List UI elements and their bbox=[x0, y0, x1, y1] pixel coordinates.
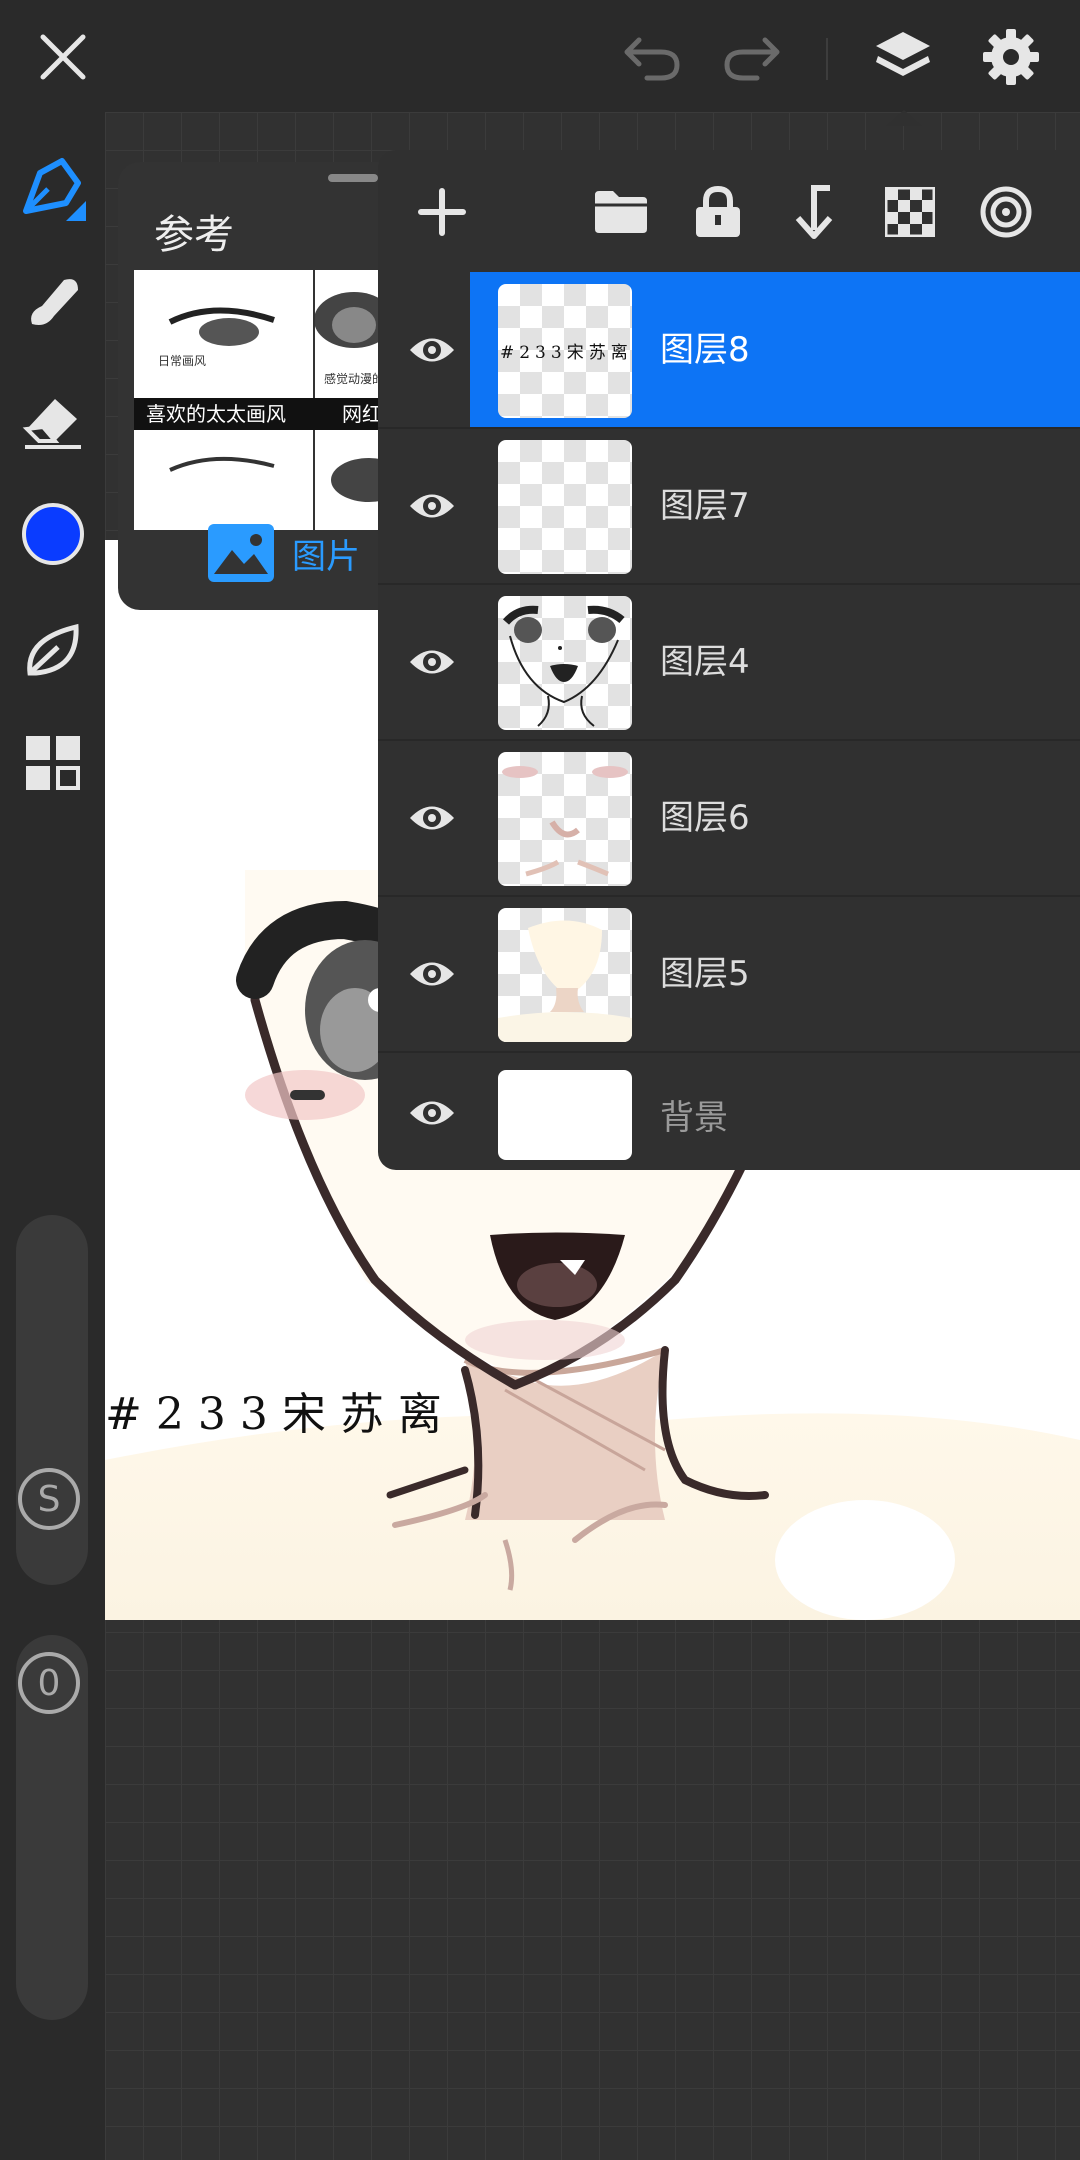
reference-title: 参考 bbox=[154, 212, 234, 258]
layer-name: 图层4 bbox=[660, 642, 750, 682]
eye-icon[interactable] bbox=[396, 629, 468, 695]
reference-caption: 感觉动漫的 bbox=[324, 372, 385, 386]
leaf-icon[interactable] bbox=[15, 612, 90, 687]
layer-row[interactable]: 图层5 bbox=[378, 896, 1080, 1053]
smudge-icon[interactable] bbox=[15, 265, 90, 340]
topbar-divider bbox=[826, 38, 828, 80]
brush-size-knob[interactable]: S bbox=[18, 1468, 80, 1530]
eye-icon[interactable] bbox=[396, 941, 468, 1007]
layer-name: 图层5 bbox=[660, 954, 750, 994]
close-icon[interactable] bbox=[28, 22, 98, 92]
blend-icon[interactable] bbox=[974, 180, 1038, 244]
layer-thumbnail bbox=[498, 752, 632, 886]
merge-down-icon[interactable] bbox=[782, 180, 846, 244]
top-bar bbox=[0, 0, 1080, 126]
layers-panel[interactable]: #233宋苏离 图层8 图层7 图层4 图层6 图层5 背景 bbox=[378, 150, 1080, 1170]
layer-thumbnail: #233宋苏离 bbox=[498, 284, 632, 418]
size-knob-label: S bbox=[37, 1478, 61, 1520]
layer-thumbnail bbox=[498, 596, 632, 730]
layer-thumbnail bbox=[498, 1070, 632, 1160]
lock-icon[interactable] bbox=[686, 180, 750, 244]
current-color-swatch[interactable] bbox=[21, 502, 84, 565]
layer-row[interactable]: 图层4 bbox=[378, 584, 1080, 741]
color-picker[interactable] bbox=[15, 496, 90, 571]
layer-row[interactable]: 图层7 bbox=[378, 428, 1080, 585]
transparency-icon[interactable] bbox=[878, 180, 942, 244]
opacity-knob-label: 0 bbox=[37, 1662, 61, 1704]
redo-icon[interactable] bbox=[716, 22, 786, 92]
layer-row[interactable]: #233宋苏离 图层8 bbox=[378, 272, 1080, 429]
settings-icon[interactable] bbox=[976, 22, 1046, 92]
layers-icon[interactable] bbox=[868, 22, 938, 92]
pen-icon[interactable] bbox=[15, 150, 90, 225]
layer-name: 图层7 bbox=[660, 486, 750, 526]
layer-row-background[interactable]: 背景 bbox=[378, 1052, 1080, 1170]
image-icon bbox=[208, 524, 274, 582]
grid-icon[interactable] bbox=[15, 725, 90, 800]
layer-name: 图层8 bbox=[660, 330, 750, 370]
layer-name: 图层6 bbox=[660, 798, 750, 838]
layer-name: 背景 bbox=[660, 1098, 728, 1138]
layer-thumbnail bbox=[498, 440, 632, 574]
reference-caption: 日常画风 bbox=[158, 354, 207, 368]
layers-toolbar bbox=[378, 150, 1080, 268]
eye-icon[interactable] bbox=[396, 785, 468, 851]
reference-image-label: 图片 bbox=[292, 536, 360, 577]
layer-row[interactable]: 图层6 bbox=[378, 740, 1080, 897]
layer-thumbnail bbox=[498, 908, 632, 1042]
eye-icon[interactable] bbox=[396, 317, 468, 383]
reference-drag-handle[interactable] bbox=[328, 174, 378, 182]
eraser-icon[interactable] bbox=[15, 382, 90, 457]
folder-icon[interactable] bbox=[589, 180, 653, 244]
opacity-knob[interactable]: 0 bbox=[18, 1652, 80, 1714]
layer-thumbnail-text: #233宋苏离 bbox=[500, 343, 632, 363]
add-layer-icon[interactable] bbox=[410, 180, 474, 244]
eye-icon[interactable] bbox=[396, 1080, 468, 1146]
undo-icon[interactable] bbox=[618, 22, 688, 92]
layers-panel-pointer bbox=[886, 110, 922, 126]
reference-caption: 喜欢的太太画风 bbox=[146, 402, 286, 426]
reference-image-button[interactable]: 图片 bbox=[208, 524, 360, 582]
eye-icon[interactable] bbox=[396, 473, 468, 539]
watermark-text: #233宋苏离 bbox=[105, 1389, 456, 1440]
